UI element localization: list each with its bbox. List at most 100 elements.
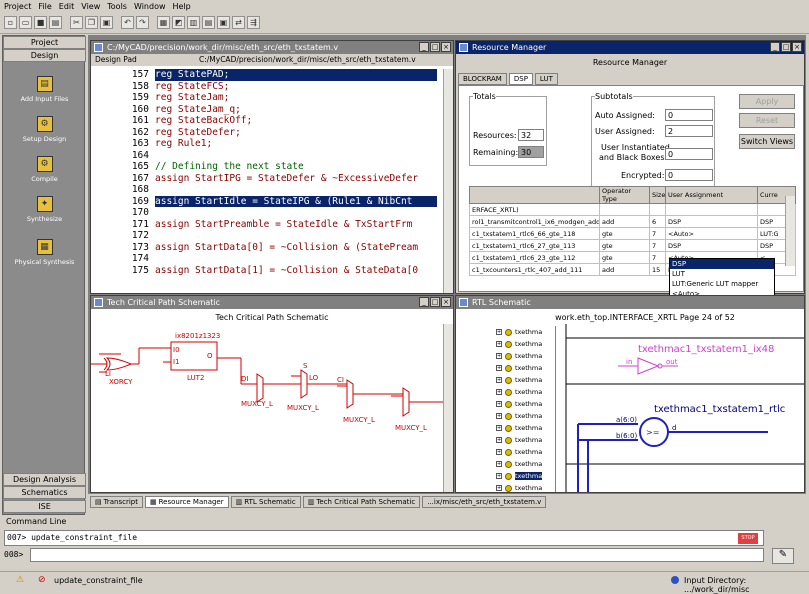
table-row[interactable]: c1_txstatem1_rtlc6_66_gte_118 gte 7 <Auto> L…: [469, 227, 796, 240]
tree-item[interactable]: + txethma: [456, 422, 555, 434]
dropdown-option[interactable]: LUT: [670, 269, 774, 279]
code-line[interactable]: 159 reg StateJam;: [111, 92, 437, 104]
code-line[interactable]: 165 // Defining the next state: [111, 161, 437, 173]
expand-icon[interactable]: +: [496, 377, 502, 383]
tab-tech-schematic[interactable]: ▥ Tech Critical Path Schematic: [302, 496, 421, 508]
table-row[interactable]: c1_txstatem1_rtlc6_27_gte_113 gte 7 DSP DSP: [469, 239, 796, 252]
tab-blockram[interactable]: BLOCKRAM: [458, 73, 507, 85]
rtl-schematic-titlebar[interactable]: RTL Schematic: [456, 296, 804, 309]
run-icon[interactable]: ⇶: [247, 16, 260, 29]
table-row[interactable]: rol1_transmitcontrol1_ix6_modgen_add_1 ad…: [469, 215, 796, 228]
code-line[interactable]: 160 reg StateJam_q;: [111, 104, 437, 116]
paste-icon[interactable]: ▣: [100, 16, 113, 29]
stop-button[interactable]: STOP: [738, 533, 758, 544]
code-line[interactable]: 164: [111, 150, 437, 162]
schematics-button[interactable]: Schematics: [3, 486, 86, 499]
instantiated-field[interactable]: 0: [665, 148, 713, 160]
expand-icon[interactable]: +: [496, 401, 502, 407]
tree-item[interactable]: + txethma: [456, 338, 555, 350]
tree-item[interactable]: + txethma: [456, 470, 555, 482]
user-assigned-field[interactable]: 2: [665, 125, 713, 137]
minimize-icon[interactable]: _: [419, 297, 429, 307]
code-line[interactable]: 167 assign StartIPG = StateDefer & ~Exces…: [111, 173, 437, 185]
expand-icon[interactable]: +: [496, 365, 502, 371]
physical-synthesis-item[interactable]: ▦ Physical Synthesis: [3, 239, 86, 266]
expand-icon[interactable]: +: [496, 353, 502, 359]
menu-edit[interactable]: Edit: [59, 2, 75, 11]
copy-icon[interactable]: ❐: [85, 16, 98, 29]
setup-design-item[interactable]: ⚙ Setup Design: [3, 116, 86, 143]
dropdown-option[interactable]: DSP: [670, 259, 774, 269]
edit-icon[interactable]: ✎: [772, 548, 794, 564]
code-line[interactable]: 157 reg StatePAD;: [111, 69, 437, 81]
table-cell-ua[interactable]: DSP: [665, 239, 758, 252]
expand-icon[interactable]: +: [496, 425, 502, 431]
maximize-icon[interactable]: □: [430, 42, 440, 52]
dropdown-option[interactable]: LUT:Generic LUT mapper: [670, 279, 774, 289]
ise-button[interactable]: ISE: [3, 500, 86, 513]
project-button[interactable]: Project: [3, 36, 86, 49]
close-icon[interactable]: ×: [441, 42, 451, 52]
open-folder-icon[interactable]: ▭: [19, 16, 32, 29]
apply-button[interactable]: Apply: [739, 94, 795, 109]
expand-icon[interactable]: +: [496, 413, 502, 419]
code-area[interactable]: 157 reg StatePAD; 158 reg StateFCS; 159 reg S…: [111, 69, 437, 293]
code-line[interactable]: 173 assign StartData[0] = ~Collision & (S…: [111, 242, 437, 254]
expand-icon[interactable]: +: [496, 473, 502, 479]
tab-dsp[interactable]: DSP: [508, 73, 533, 85]
rtl-tree[interactable]: + txethma + txethma + txethma + txethma + txethma…: [456, 326, 556, 492]
column-header[interactable]: User Assignment: [665, 186, 758, 204]
code-line[interactable]: 170: [111, 207, 437, 219]
compile-item[interactable]: ⚙ Compile: [3, 156, 86, 183]
new-file-icon[interactable]: ▫: [4, 16, 17, 29]
code-line[interactable]: 169 assign StartIdle = StateIPG & (Rule1 …: [111, 195, 437, 207]
resource-manager-titlebar[interactable]: Resource Manager _ □ ×: [456, 41, 804, 54]
grid-icon[interactable]: ▥: [187, 16, 200, 29]
table-cell-ua[interactable]: DSP: [665, 215, 758, 228]
menu-project[interactable]: Project: [4, 2, 31, 11]
assignment-dropdown[interactable]: DSP LUT LUT:Generic LUT mapper <Auto>: [669, 258, 775, 300]
undo-icon[interactable]: ↶: [121, 16, 134, 29]
tab-lut[interactable]: LUT: [534, 73, 558, 85]
menu-help[interactable]: Help: [173, 2, 191, 11]
column-header[interactable]: Operator Type: [599, 186, 650, 204]
tree-item[interactable]: + txethma: [456, 350, 555, 362]
table-icon[interactable]: ▤: [202, 16, 215, 29]
expand-icon[interactable]: +: [496, 341, 502, 347]
code-line[interactable]: 162 reg StateDefer;: [111, 127, 437, 139]
code-line[interactable]: 171 assign StartPreamble = StateIdle & Tx…: [111, 219, 437, 231]
close-icon[interactable]: ×: [792, 42, 802, 52]
column-header[interactable]: Size: [649, 186, 666, 204]
redo-icon[interactable]: ↷: [136, 16, 149, 29]
tree-item[interactable]: + txethma: [456, 398, 555, 410]
tab-source-file[interactable]: ...ix/misc/eth_src/eth_txstatem.v: [422, 496, 547, 508]
minimize-icon[interactable]: _: [770, 42, 780, 52]
code-line[interactable]: 161 reg StateBackOff;: [111, 115, 437, 127]
editor-titlebar[interactable]: C:/MyCAD/precision/work_dir/misc/eth_src…: [91, 41, 453, 54]
tree-item[interactable]: + txethma: [456, 482, 555, 492]
design-button[interactable]: Design: [3, 49, 86, 62]
expand-icon[interactable]: +: [496, 437, 502, 443]
tree-item[interactable]: + txethma: [456, 446, 555, 458]
expand-icon[interactable]: +: [496, 485, 502, 491]
rtl-view-icon[interactable]: ◩: [172, 16, 185, 29]
tree-item[interactable]: + txethma: [456, 410, 555, 422]
maximize-icon[interactable]: □: [430, 297, 440, 307]
tree-item[interactable]: + txethma: [456, 434, 555, 446]
code-line[interactable]: 158 reg StateFCS;: [111, 81, 437, 93]
encrypted-field[interactable]: 0: [665, 169, 713, 181]
menu-view[interactable]: View: [81, 2, 100, 11]
switch-views-button[interactable]: Switch Views: [739, 134, 795, 149]
command-input[interactable]: [30, 548, 764, 562]
design-analysis-button[interactable]: Design Analysis: [3, 473, 86, 486]
reset-button[interactable]: Reset: [739, 113, 795, 128]
flow-icon[interactable]: ⇄: [232, 16, 245, 29]
table-row[interactable]: ERFACE_XRTL): [469, 203, 796, 216]
expand-icon[interactable]: +: [496, 329, 502, 335]
tech-scrollbar[interactable]: [443, 324, 453, 492]
code-line[interactable]: 172: [111, 230, 437, 242]
close-icon[interactable]: ×: [441, 297, 451, 307]
code-line[interactable]: 168: [111, 184, 437, 196]
tech-schematic-titlebar[interactable]: Tech Critical Path Schematic _ □ ×: [91, 296, 453, 309]
column-header[interactable]: [469, 186, 600, 204]
